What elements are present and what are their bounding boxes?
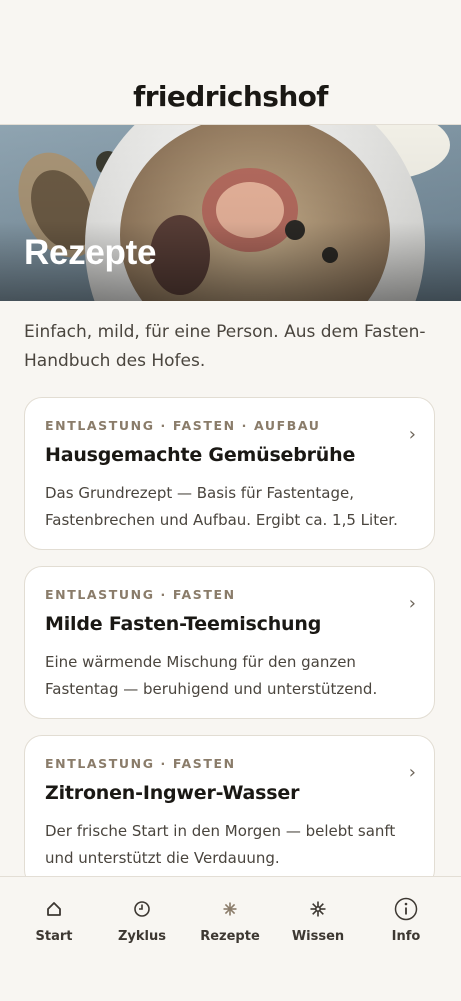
snowflake-icon	[278, 895, 358, 923]
home-icon	[14, 895, 94, 923]
chevron-right-icon: ›	[408, 593, 416, 614]
recipe-description: Das Grundrezept — Basis für Fastentage, …	[45, 484, 398, 529]
recipe-title: Zitronen-Ingwer-Wasser	[45, 782, 300, 804]
hero-photo	[0, 125, 461, 301]
tab-label: Rezepte	[200, 929, 260, 944]
recipe-description: Der frische Start in den Morgen — belebt…	[45, 822, 396, 867]
recipe-tags: ENTLASTUNG · FASTEN	[45, 587, 236, 602]
sparkle-icon	[190, 895, 270, 923]
chevron-right-icon: ›	[408, 762, 416, 783]
info-icon	[366, 895, 446, 923]
tab-label: Wissen	[291, 929, 345, 944]
recipe-title: Milde Fasten-Teemischung	[45, 613, 322, 635]
recipe-title: Hausgemachte Gemüsebrühe	[45, 444, 356, 466]
recipe-description: Eine wärmende Mischung für den ganzen Fa…	[45, 653, 378, 698]
tab-label: Info	[391, 929, 421, 944]
recipe-tags: ENTLASTUNG · FASTEN	[45, 756, 236, 771]
logo[interactable]: friedrichshof	[0, 80, 461, 113]
tab-rezepte[interactable]: Rezepte	[190, 895, 270, 944]
bottom-tab-bar: Start Zyklus Rezepte Wissen Info	[0, 876, 461, 1001]
recipe-card[interactable]: ENTLASTUNG · FASTEN Milde Fasten-Teemisc…	[24, 566, 435, 719]
intro-text: Einfach, mild, für eine Person. Aus dem …	[24, 322, 426, 371]
tab-label: Start	[35, 929, 73, 944]
tab-start[interactable]: Start	[14, 895, 94, 944]
app-header: friedrichshof	[0, 0, 461, 125]
recipe-card[interactable]: ENTLASTUNG · FASTEN · AUFBAU Hausgemacht…	[24, 397, 435, 550]
tab-info[interactable]: Info	[366, 895, 446, 944]
recipe-tags: ENTLASTUNG · FASTEN · AUFBAU	[45, 418, 321, 433]
page-title: Rezepte	[24, 233, 157, 272]
tab-label: Zyklus	[118, 929, 166, 944]
recipe-card[interactable]: ENTLASTUNG · FASTEN Zitronen-Ingwer-Wass…	[24, 735, 435, 888]
chevron-right-icon: ›	[408, 424, 416, 445]
hero-image	[0, 125, 461, 301]
tab-zyklus[interactable]: Zyklus	[102, 895, 182, 944]
tab-wissen[interactable]: Wissen	[278, 895, 358, 944]
clock-icon	[102, 895, 182, 923]
